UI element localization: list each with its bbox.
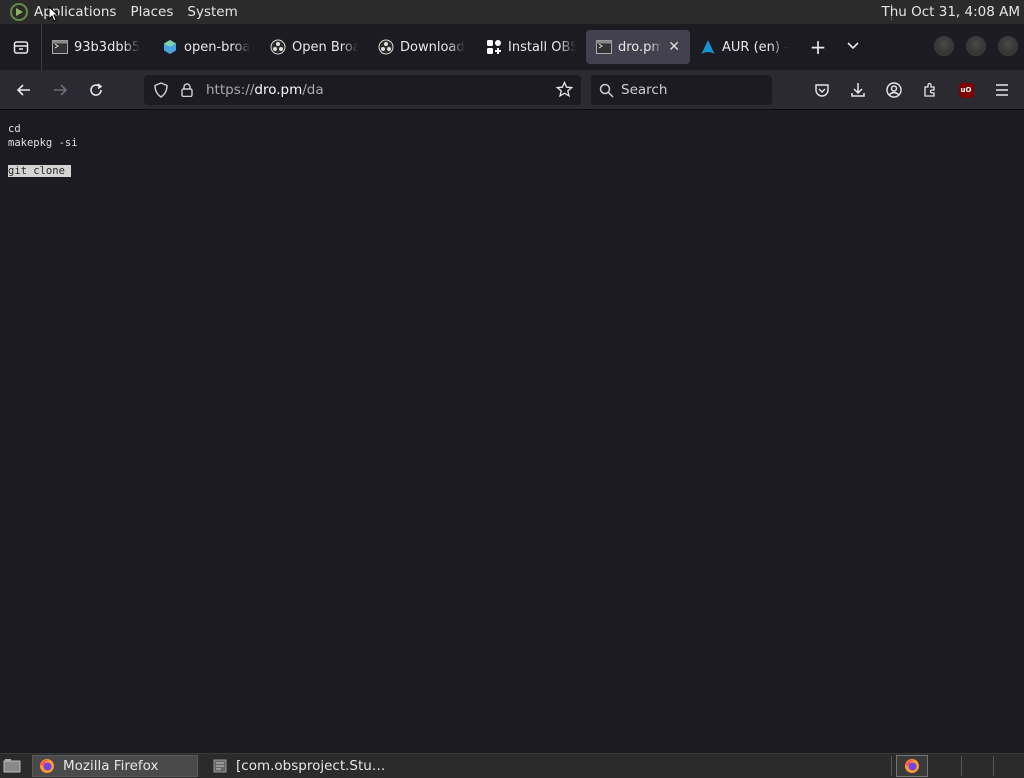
menu-places[interactable]: Places [130,4,173,20]
download-icon [851,83,865,97]
search-input[interactable] [621,82,761,98]
chevron-down-icon [847,41,859,49]
url-text: https://dro.pm/da [206,82,324,98]
workspace-3[interactable] [993,756,994,776]
task-label: [com.obsproject.Stu… [236,758,386,774]
page-content: cd makepkg -si git clone [0,111,1024,753]
tab-title: Download [400,39,465,55]
tab-title: open-broa [184,39,250,55]
tab-open-broa[interactable]: open-broa [152,30,260,64]
terminal-favicon-icon [596,39,612,55]
minimize-button[interactable] [934,36,954,56]
arrow-right-icon [54,83,68,96]
reload-icon [90,82,103,96]
tab-93b3dbb5[interactable]: 93b3dbb5 [42,30,152,64]
reload-button[interactable] [78,74,114,106]
tab-title: 93b3dbb5 [74,39,141,55]
top-panel: Applications Places System Thu Oct 31, 4… [0,0,1024,24]
tab-aur[interactable]: AUR (en) - [690,30,798,64]
text-line: cd [8,123,21,135]
workspace-2[interactable] [961,756,962,776]
hamburger-menu-icon [996,84,1008,96]
arch-favicon-icon [700,39,716,55]
menu-applications[interactable]: Applications [34,4,116,20]
mouse-cursor-icon [48,6,58,22]
list-all-tabs-button[interactable] [838,40,868,55]
back-button[interactable] [6,74,42,106]
plus-icon: + [809,35,827,59]
url-path: /da [302,82,324,98]
ublock-origin-button[interactable]: uO [950,76,982,104]
mate-logo-icon[interactable] [10,3,28,21]
task-obs-studio[interactable]: [com.obsproject.Stu… [206,755,391,777]
downloads-button[interactable] [842,76,874,104]
url-host: dro.pm [254,82,303,98]
firefox-tray-icon [905,759,919,773]
open-menu-button[interactable] [986,76,1018,104]
tray-firefox[interactable] [896,755,928,777]
selected-text[interactable]: git clone [8,165,71,177]
close-window-button[interactable] [998,36,1018,56]
text-line [8,150,1016,164]
flathub-apps-favicon-icon [486,39,502,55]
extensions-button[interactable] [914,76,946,104]
firefox-icon [39,758,55,774]
application-icon [212,758,228,774]
tab-close-icon[interactable]: ✕ [668,39,680,55]
obs-favicon-icon [378,39,394,55]
tab-title: AUR (en) - [722,39,788,55]
url-bar[interactable]: https://dro.pm/da [144,75,581,105]
task-label: Mozilla Firefox [63,758,159,774]
firefox-view-button[interactable] [0,24,42,70]
maximize-button[interactable] [966,36,986,56]
bookmark-star-icon[interactable] [555,80,574,102]
pocket-icon [815,84,829,97]
tab-download[interactable]: Download [368,30,476,64]
toolbar-icons: uO [806,76,1018,104]
terminal-favicon-icon [52,39,68,55]
firefox-view-icon [13,41,28,54]
tab-dro-pm[interactable]: dro.pm/d ✕ [586,30,690,64]
account-icon [886,82,902,98]
workspace-divider [891,756,892,776]
tab-title: Install OBS [508,39,576,55]
search-icon [591,83,621,98]
navigation-toolbar: https://dro.pm/da uO [0,70,1024,110]
menu-system[interactable]: System [187,4,237,20]
tab-title: dro.pm/d [618,39,663,55]
obs-favicon-icon [270,39,286,55]
search-bar[interactable] [591,75,772,105]
tab-open-broadcaster[interactable]: Open Broa [260,30,368,64]
account-button[interactable] [878,76,910,104]
tab-strip: 93b3dbb5 open-broa Open Broa Download In… [0,24,1024,70]
tab-title: Open Broa [292,39,358,55]
tab-install-obs[interactable]: Install OBS [476,30,586,64]
puzzle-icon [924,82,935,97]
new-tab-button[interactable]: + [798,35,838,59]
arrow-left-icon [16,83,30,96]
taskbar: Mozilla Firefox [com.obsproject.Stu… [0,753,1024,778]
task-mozilla-firefox[interactable]: Mozilla Firefox [32,755,198,777]
desktop-icon [3,759,21,773]
shield-icon[interactable] [148,82,174,98]
forward-button[interactable] [42,74,78,106]
text-line-selected: git clone [8,164,1016,178]
pocket-button[interactable] [806,76,838,104]
url-protocol: https:// [206,82,255,98]
clock[interactable]: Thu Oct 31, 4:08 AM [881,4,1020,20]
text-line: makepkg -si [8,137,78,149]
ublock-icon: uO [958,82,974,98]
show-desktop-button[interactable] [0,755,24,777]
lock-icon[interactable] [174,83,200,97]
window-controls [934,36,1018,56]
flathub-favicon-icon [162,39,178,55]
